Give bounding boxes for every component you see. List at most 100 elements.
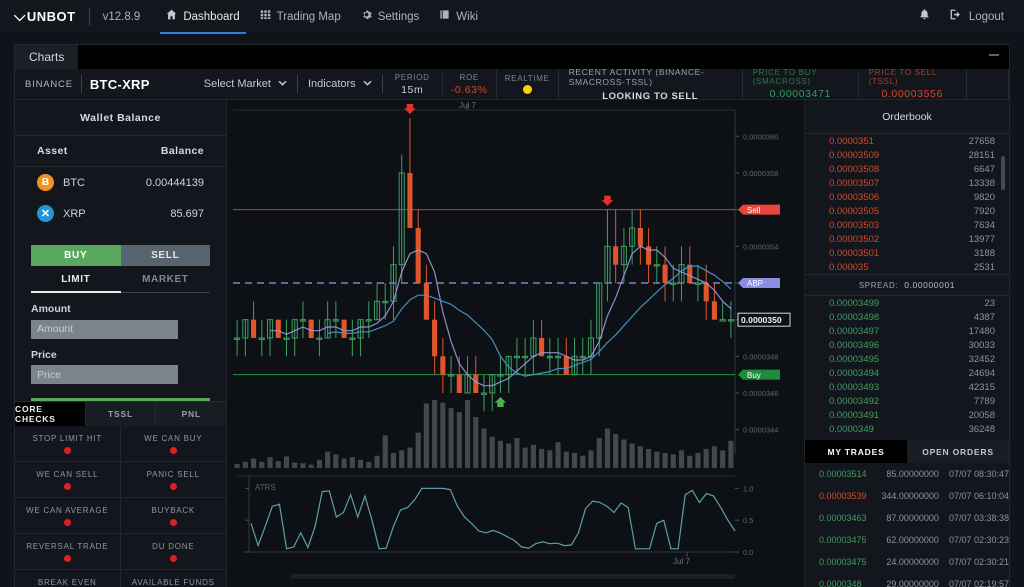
orderbook-row[interactable]: 0.0000349532452 xyxy=(805,352,1009,366)
buy-button[interactable]: BUY xyxy=(31,245,121,266)
toolbar-spacer xyxy=(967,69,1009,99)
volume-bar xyxy=(449,408,454,468)
orderbook-row[interactable]: 0.000035057920 xyxy=(805,204,1009,218)
indicators-label: Indicators xyxy=(308,78,356,90)
orderbook-price: 0.00003498 xyxy=(829,312,931,323)
nav-item-wiki[interactable]: Wiki xyxy=(429,0,488,34)
orderbook-row[interactable]: 0.0000349120058 xyxy=(805,408,1009,422)
orderbook-row[interactable]: 0.0000350213977 xyxy=(805,232,1009,246)
check-break-even: BREAK EVEN xyxy=(15,570,121,587)
orderbook-scrollbar[interactable] xyxy=(1001,156,1005,190)
volume-bar xyxy=(267,457,272,468)
tab-open-orders[interactable]: OPEN ORDERS xyxy=(907,440,1009,463)
trade-row[interactable]: 0.0000347562.0000000007/07 02:30:23 xyxy=(805,529,1009,551)
check-available-funds: AVAILABLE FUNDS xyxy=(121,570,227,587)
volume-bar xyxy=(342,458,347,468)
trade-time: 07/07 02:30:23 xyxy=(939,535,1009,545)
orderbook-row[interactable]: 0.000034984387 xyxy=(805,310,1009,324)
tab-tssl[interactable]: TSSL xyxy=(86,402,157,426)
volume-bar xyxy=(662,453,667,468)
volume-bar xyxy=(440,403,445,468)
price-to-buy-value: 0.00003471 xyxy=(769,88,830,100)
orderbook-row[interactable]: 0.000034927789 xyxy=(805,394,1009,408)
checks-tabs: CORE CHECKS TSSL PNL xyxy=(15,402,226,426)
wallet-col-asset: Asset xyxy=(37,145,161,157)
indicators-dropdown[interactable]: Indicators xyxy=(298,69,382,99)
orderbook-row[interactable]: 0.000035013188 xyxy=(805,246,1009,260)
exchange-label: BINANCE xyxy=(15,69,81,99)
orderbook-qty: 42315 xyxy=(931,382,995,393)
brand-name: UNBOT xyxy=(27,9,76,24)
gunbot-dashboard: ⌵UNBOT v12.8.9 Dashboard Trading Map Set… xyxy=(0,0,1024,587)
tab-charts[interactable]: Charts xyxy=(15,45,78,69)
trade-time: 07/07 02:30:21 xyxy=(939,557,1009,567)
select-market-dropdown[interactable]: Select Market xyxy=(194,69,297,99)
wallet-balance-btc: 0.00444139 xyxy=(146,177,204,189)
orderbook-qty: 7789 xyxy=(931,396,995,407)
chevron-down-icon xyxy=(363,78,372,90)
candle-body xyxy=(457,375,462,393)
orderbook-qty: 6647 xyxy=(931,164,995,175)
trade-amount: 24.00000000 xyxy=(875,557,939,567)
buy-sell-toggle: BUY SELL xyxy=(31,245,210,266)
volume-bar xyxy=(284,456,289,468)
orderbook-row[interactable]: 0.000035069820 xyxy=(805,190,1009,204)
nav-item-trading-map[interactable]: Trading Map xyxy=(250,0,351,34)
tab-pnl[interactable]: PNL xyxy=(156,402,226,426)
chart-area[interactable]: Jul 70.00003600.00003580.00003560.000035… xyxy=(227,100,804,587)
check-we-can-buy: WE CAN BUY xyxy=(121,426,227,462)
orderbook-row[interactable]: 0.0000349342315 xyxy=(805,380,1009,394)
tab-my-trades[interactable]: MY TRADES xyxy=(805,440,907,463)
orderbook-row[interactable]: 0.000035127658 xyxy=(805,134,1009,148)
nav-item-settings[interactable]: Settings xyxy=(351,0,430,34)
orderbook-row[interactable]: 0.0000350713338 xyxy=(805,176,1009,190)
orderbook-row[interactable]: 0.0000350928151 xyxy=(805,148,1009,162)
trade-price: 0.0000348 xyxy=(819,579,875,587)
wallet-asset-btc: BTC xyxy=(63,177,146,189)
orderbook-row[interactable]: 0.000034936248 xyxy=(805,422,1009,436)
realtime-cell[interactable]: REALTIME xyxy=(497,69,559,99)
orderbook-row[interactable]: 0.0000349424694 xyxy=(805,366,1009,380)
volume-bar xyxy=(564,452,569,468)
orderbook-row[interactable]: 0.000035086647 xyxy=(805,162,1009,176)
trade-row[interactable]: 0.0000347524.0000000007/07 02:30:21 xyxy=(805,551,1009,573)
orderbook-row[interactable]: 0.0000349717480 xyxy=(805,324,1009,338)
orderbook-price: 0.00003499 xyxy=(829,298,931,309)
status-led xyxy=(170,519,177,526)
sell-button[interactable]: SELL xyxy=(121,245,211,266)
orderbook-row[interactable]: 0.0000349630033 xyxy=(805,338,1009,352)
price-chart-svg[interactable]: Jul 70.00003600.00003580.00003560.000035… xyxy=(227,100,804,587)
trade-row[interactable]: 0.0000346387.0000000007/07 03:38:38 xyxy=(805,507,1009,529)
amount-input[interactable] xyxy=(31,320,178,339)
tab-market[interactable]: MARKET xyxy=(121,266,211,292)
trade-row[interactable]: 0.0000351485.0000000007/07 08:30:47 xyxy=(805,463,1009,485)
check-we-can-average: WE CAN AVERAGE xyxy=(15,498,121,534)
orderbook-bids[interactable]: 0.00003499230.0000349843870.000034971748… xyxy=(805,296,1009,436)
trade-row[interactable]: 0.00003539344.0000000007/07 06:10:04 xyxy=(805,485,1009,507)
subchart-y-tick-label: 0.5 xyxy=(743,516,753,525)
volume-bar xyxy=(630,444,635,468)
orderbook-row[interactable]: 0.000035037634 xyxy=(805,218,1009,232)
orderbook-row[interactable]: 0.0000349923 xyxy=(805,296,1009,310)
status-led xyxy=(64,483,71,490)
trade-row[interactable]: 0.000034829.0000000007/07 02:19:57 xyxy=(805,573,1009,587)
realtime-label: REALTIME xyxy=(505,74,550,83)
chart-canvas[interactable]: Jul 70.00003600.00003580.00003560.000035… xyxy=(227,100,804,587)
minimize-panel-button[interactable] xyxy=(989,54,999,56)
tab-limit[interactable]: LIMIT xyxy=(31,266,121,293)
price-input[interactable] xyxy=(31,365,178,384)
period-value: 15m xyxy=(401,84,423,96)
orderbook-row[interactable]: 0.0000352531 xyxy=(805,260,1009,274)
period-cell[interactable]: PERIOD 15m xyxy=(383,69,443,99)
version-label: v12.8.9 xyxy=(103,11,141,23)
wallet-col-balance: Balance xyxy=(161,145,204,157)
bell-icon[interactable] xyxy=(918,8,931,25)
tab-core-checks[interactable]: CORE CHECKS xyxy=(15,402,86,426)
volume-bar xyxy=(358,460,363,468)
check-label: REVERSAL TRADE xyxy=(26,542,108,551)
logout-button[interactable]: Logout xyxy=(949,0,1004,34)
nav-item-dashboard[interactable]: Dashboard xyxy=(156,0,249,34)
trades-list[interactable]: 0.0000351485.0000000007/07 08:30:470.000… xyxy=(805,463,1009,587)
trade-price: 0.00003539 xyxy=(819,491,875,501)
orderbook-asks[interactable]: 0.0000351276580.00003509281510.000035086… xyxy=(805,134,1009,274)
